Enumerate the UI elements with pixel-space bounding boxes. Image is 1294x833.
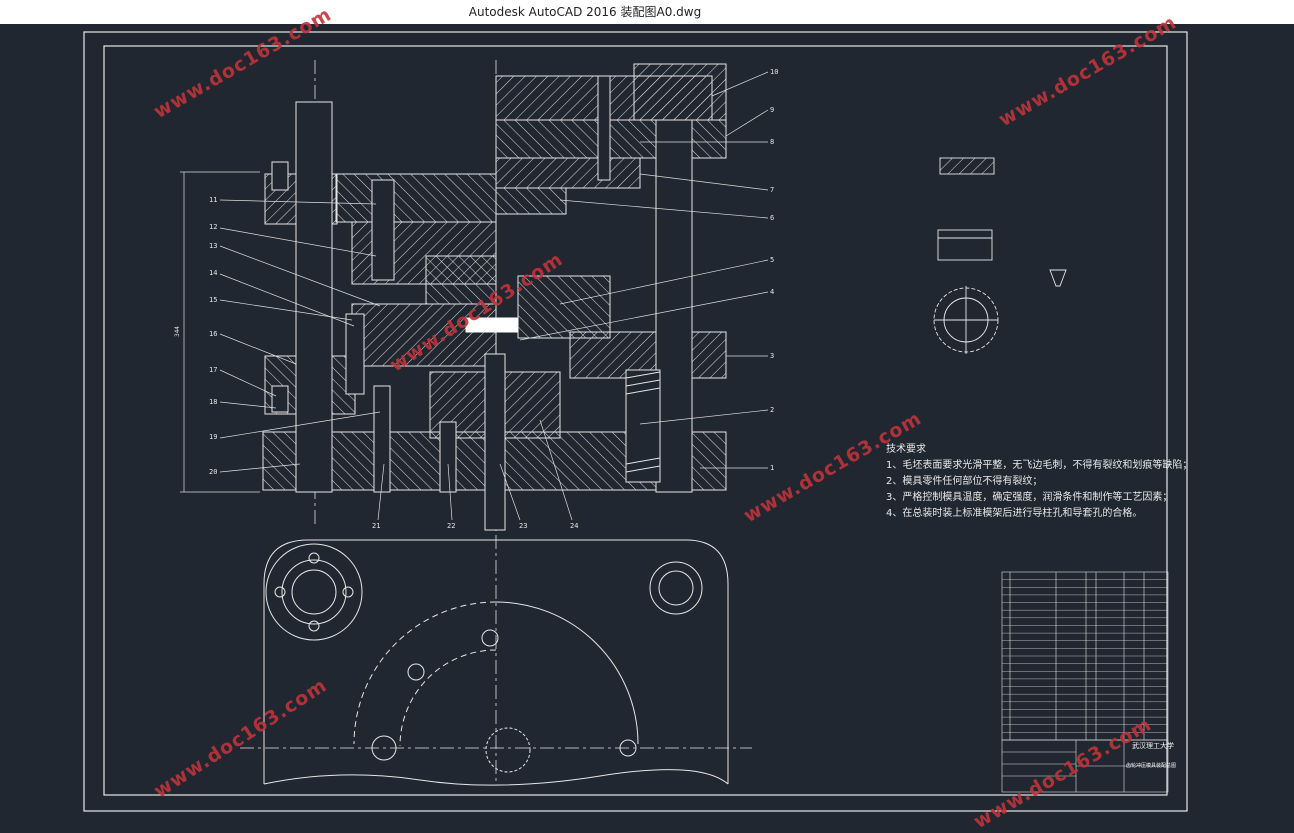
callout-11: 11 (209, 196, 218, 204)
callout-13: 13 (209, 242, 218, 250)
callout-18: 18 (209, 398, 218, 406)
callout-14: 14 (209, 269, 218, 277)
callout-4: 4 (770, 288, 775, 296)
callout-3: 3 (770, 352, 775, 360)
callout-10: 10 (770, 68, 779, 76)
tech-req-heading: 技术要求 (886, 444, 926, 455)
callout-23: 23 (519, 522, 528, 530)
callout-7: 7 (770, 186, 775, 194)
detail-views (933, 157, 1067, 354)
callout-8: 8 (770, 138, 775, 146)
tech-req-item: 3、严格控制模具温度，确定强度，润滑条件和制作等工艺因素； (886, 492, 1173, 503)
callout-22: 22 (447, 522, 456, 530)
overall-dimension: 344 (173, 326, 181, 337)
callout-9: 9 (770, 106, 775, 114)
callout-17: 17 (209, 366, 218, 374)
title-block-school: 武汉理工大学 (1132, 742, 1174, 750)
callout-5: 5 (770, 256, 775, 264)
callout-24: 24 (570, 522, 579, 530)
callout-19: 19 (209, 433, 218, 441)
drawing-canvas[interactable]: 10 9 8 7 6 5 4 3 2 1 11 12 13 14 15 16 1… (0, 3, 1294, 833)
callout-15: 15 (209, 296, 218, 304)
callout-1: 1 (770, 464, 775, 472)
cad-drawing (83, 31, 1188, 812)
callout-20: 20 (209, 468, 218, 476)
parts-list-rows (1002, 579, 1168, 733)
dimension (180, 171, 260, 493)
window-title: Autodesk AutoCAD 2016 装配图A0.dwg (468, 5, 702, 19)
callout-21: 21 (372, 522, 381, 530)
tech-req-item: 2、模具零件任何部位不得有裂纹； (886, 476, 1043, 487)
tech-req-item: 4、在总装时装上标准模架后进行导柱孔和导套孔的合格。 (886, 508, 1143, 519)
callout-16: 16 (209, 330, 218, 338)
tech-req-item: 1、毛坯表面要求光滑平整，无飞边毛刺，不得有裂纹和划痕等缺陷； (886, 460, 1193, 471)
window-titlebar: Autodesk AutoCAD 2016 装配图A0.dwg (0, 0, 1294, 24)
title-block-drawing-name: 齿轮冲压模具装配总图 (1126, 763, 1177, 769)
callout-12: 12 (209, 223, 218, 231)
technical-requirements: 技术要求 1、毛坯表面要求光滑平整，无飞边毛刺，不得有裂纹和划痕等缺陷； 2、模… (886, 442, 1192, 522)
callout-6: 6 (770, 214, 775, 222)
callout-2: 2 (770, 406, 775, 414)
